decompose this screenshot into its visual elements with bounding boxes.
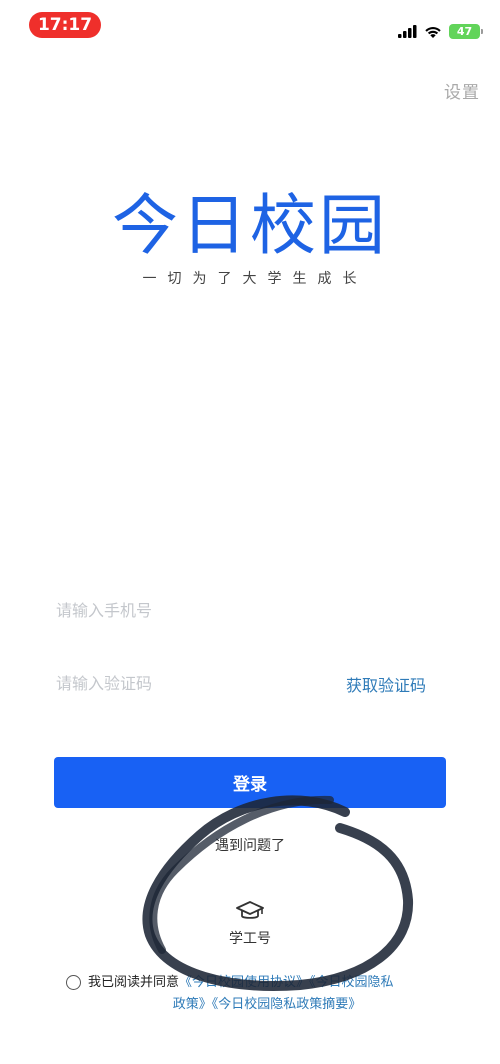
status-time: 17:17 [29, 12, 101, 38]
cellular-signal-icon [398, 24, 417, 38]
agreement-prefix: 我已阅读并同意 [88, 975, 180, 990]
agreement-radio[interactable] [66, 975, 81, 990]
staff-id-label: 学工号 [229, 931, 271, 947]
login-screen: 17:17 47 设置 今日校园 一切为了大学生成长 获取验证码 登录 遇到问题… [0, 0, 500, 1064]
get-code-button[interactable]: 获取验证码 [346, 672, 426, 696]
settings-button[interactable]: 设置 [444, 78, 480, 103]
app-slogan: 一切为了大学生成长 [142, 271, 368, 287]
status-icons: 47 [398, 20, 483, 42]
agreement-area: 我已阅读并同意《今日校园使用协议》《今日校园隐私 政策》《今日校园隐私政策摘要》 [66, 972, 446, 1016]
verification-code-input[interactable] [56, 663, 306, 703]
phone-input[interactable] [56, 590, 436, 630]
app-logo: 今日校园 [112, 187, 388, 264]
battery-indicator: 47 [449, 23, 483, 39]
agreement-line-1: 我已阅读并同意《今日校园使用协议》《今日校园隐私 [66, 972, 446, 994]
staff-id-login-button[interactable]: 学工号 [200, 900, 300, 948]
help-link[interactable]: 遇到问题了 [0, 835, 500, 855]
graduation-cap-icon [236, 901, 264, 919]
terms-link[interactable]: 《今日校园使用协议》 [179, 975, 309, 990]
login-button[interactable]: 登录 [54, 757, 446, 808]
agreement-line-2: 政策》《今日校园隐私政策摘要》 [66, 994, 446, 1016]
privacy-policy-link-cont[interactable]: 政策》 [173, 997, 212, 1012]
wifi-icon [425, 26, 441, 38]
privacy-policy-link[interactable]: 《今日校园隐私 [309, 975, 394, 990]
privacy-summary-link[interactable]: 《今日校园隐私政策摘要》 [212, 997, 362, 1012]
